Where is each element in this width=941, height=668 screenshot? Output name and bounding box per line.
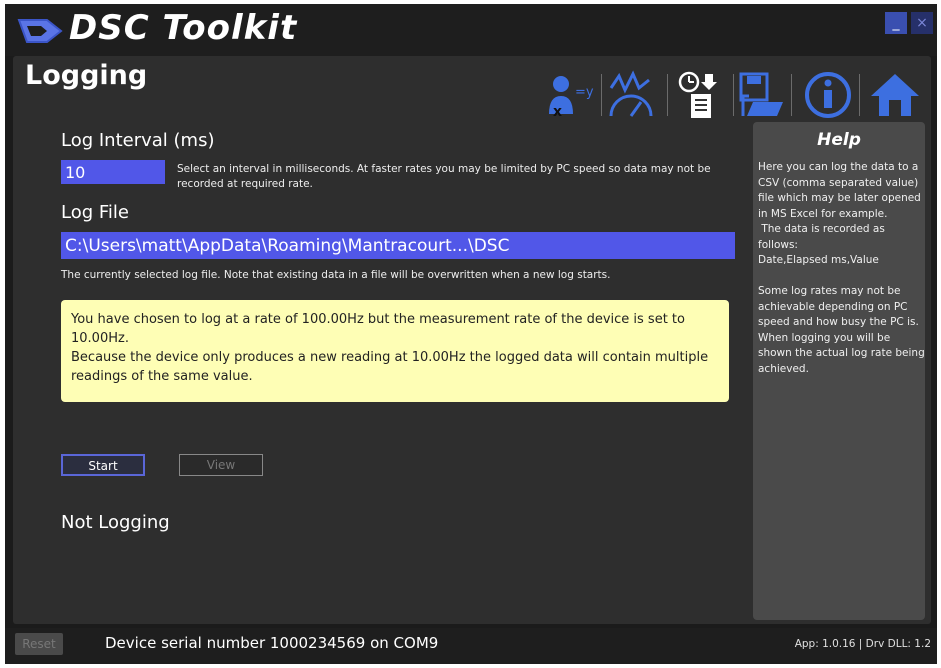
start-button[interactable]: Start [61, 454, 145, 476]
toolbar-separator [859, 74, 860, 116]
logging-status: Not Logging [61, 512, 170, 533]
close-button[interactable]: × [911, 12, 933, 34]
log-file-input[interactable] [61, 232, 735, 259]
log-interval-input[interactable] [61, 160, 165, 184]
toolbar-separator [791, 74, 792, 116]
help-text: Here you can log the data to a CSV (comm… [758, 161, 925, 375]
log-interval-description: Select an interval in milliseconds. At f… [177, 163, 711, 190]
warning-line-1: You have chosen to log at a rate of 100.… [71, 312, 685, 346]
timer-log-icon[interactable] [673, 70, 727, 120]
save-open-icon[interactable] [735, 70, 789, 120]
help-panel: Help Here you can log the data to a CSV … [753, 122, 925, 620]
app-title: DSC Toolkit [69, 8, 298, 48]
main-content: Logging x =y Log Interval (ms) 10 Select… [13, 56, 931, 624]
device-serial-text: Device serial number 1000234569 on COM9 [105, 634, 439, 652]
version-text: App: 1.0.16 | Drv DLL: 1.2 [794, 638, 931, 650]
toolbar-separator [601, 74, 602, 116]
minimize-button[interactable]: _ [885, 12, 907, 34]
log-file-description: The currently selected log file. Note th… [61, 269, 611, 281]
reset-button[interactable]: Reset [15, 633, 63, 655]
formula-icon[interactable]: x =y [543, 70, 597, 120]
help-title: Help [817, 130, 861, 150]
home-icon[interactable] [869, 70, 923, 120]
info-icon[interactable] [803, 70, 857, 120]
svg-text:x: x [553, 104, 562, 120]
app-window: DSC Toolkit _ × Logging x =y Log Interva… [5, 4, 937, 664]
title-bar: DSC Toolkit _ × [5, 4, 937, 56]
toolbar-separator [733, 74, 734, 116]
rate-warning-box: You have chosen to log at a rate of 100.… [61, 300, 729, 402]
svg-text:=y: =y [575, 85, 594, 100]
page-title: Logging [25, 60, 148, 91]
app-logo-icon [17, 19, 63, 43]
status-bar: Reset Device serial number 1000234569 on… [5, 628, 937, 664]
gauge-icon[interactable] [605, 70, 659, 120]
toolbar-separator [667, 74, 668, 116]
view-button[interactable]: View [179, 454, 263, 476]
log-interval-label: Log Interval (ms) [61, 130, 215, 151]
log-file-label: Log File [61, 202, 129, 223]
warning-line-2: Because the device only produces a new r… [71, 350, 709, 384]
